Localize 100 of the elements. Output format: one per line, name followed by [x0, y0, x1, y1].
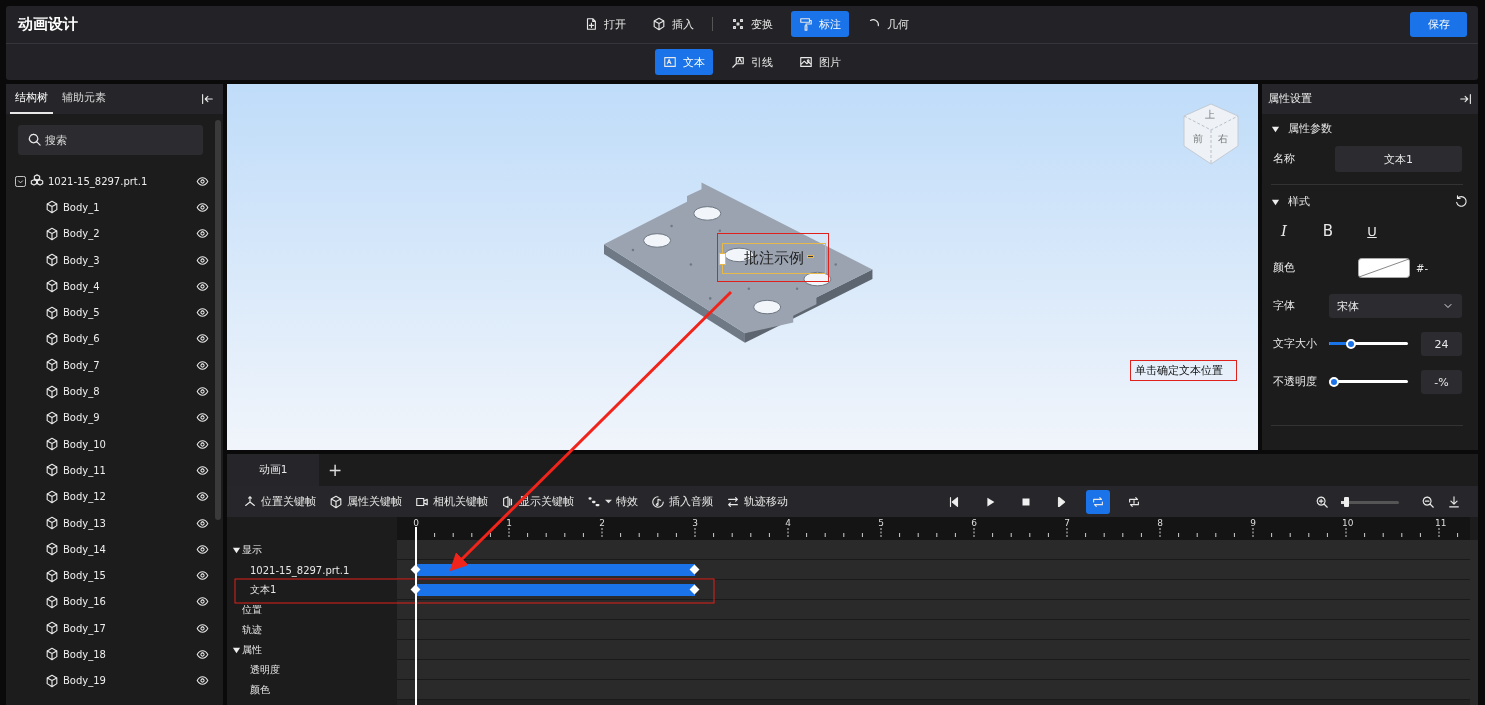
tree-item[interactable]: Body_15 — [6, 562, 223, 589]
visibility-icon[interactable] — [196, 648, 209, 661]
timeline-tool-button[interactable]: 特效 — [583, 489, 647, 514]
tree-item[interactable]: Body_12 — [6, 483, 223, 510]
visibility-icon[interactable] — [196, 674, 209, 688]
tree-item[interactable]: Body_2 — [6, 220, 223, 247]
tree-item[interactable]: Body_14 — [6, 536, 223, 563]
text-annotation[interactable]: 批注示例 — [722, 243, 826, 274]
track-row[interactable] — [397, 620, 1470, 640]
expander-icon[interactable] — [15, 175, 26, 187]
slider[interactable] — [1329, 377, 1408, 387]
panel-tab[interactable]: 结构树 — [10, 84, 53, 114]
annotation-tool-button[interactable]: 文本 — [655, 49, 713, 75]
tree-item[interactable]: Body_7 — [6, 352, 223, 379]
download-icon[interactable] — [1447, 494, 1461, 509]
tree-item[interactable]: Body_19 — [6, 667, 223, 694]
toolbar-button[interactable]: 几何 — [859, 11, 917, 37]
visibility-icon[interactable] — [196, 200, 209, 214]
timeline-tool-button[interactable]: 轨迹移动 — [722, 489, 797, 514]
tree-item[interactable]: Body_4 — [6, 273, 223, 300]
scrollbar[interactable] — [1470, 540, 1478, 705]
caret-icon[interactable] — [1271, 124, 1280, 134]
timeline-tool-button[interactable]: 位置关键帧 — [239, 489, 325, 514]
clip-bar[interactable] — [416, 564, 696, 576]
visibility-icon[interactable] — [196, 358, 209, 372]
visibility-icon[interactable] — [196, 385, 209, 398]
visibility-icon[interactable] — [196, 306, 209, 320]
tree-item[interactable]: Body_5 — [6, 299, 223, 326]
tree-item[interactable]: Body_18 — [6, 641, 223, 668]
tree-item[interactable]: Body_11 — [6, 457, 223, 484]
visibility-icon[interactable] — [196, 490, 209, 504]
visibility-icon[interactable] — [196, 411, 209, 425]
keyframe-marker[interactable] — [410, 584, 421, 595]
visibility-icon[interactable] — [196, 174, 209, 188]
clip-bar[interactable] — [416, 584, 696, 596]
search-field[interactable]: 搜索 — [18, 125, 203, 155]
visibility-icon[interactable] — [196, 569, 209, 583]
tree-item[interactable]: Body_17 — [6, 615, 223, 642]
cube-face-label[interactable]: 右 — [1218, 132, 1228, 146]
visibility-icon[interactable] — [196, 542, 209, 556]
value-field[interactable]: -% — [1421, 370, 1462, 394]
visibility-icon[interactable] — [196, 516, 209, 530]
tree-item[interactable]: Body_13 — [6, 509, 223, 537]
annotation-tool-button[interactable]: 图片 — [791, 49, 849, 75]
visibility-icon[interactable] — [196, 332, 209, 346]
track-row[interactable] — [397, 600, 1470, 620]
reset-icon[interactable] — [1454, 195, 1468, 209]
tree-item[interactable]: Body_16 — [6, 588, 223, 616]
tree-item[interactable]: Body_9 — [6, 404, 223, 431]
slider[interactable] — [1329, 339, 1408, 349]
font-select[interactable]: 宋体 — [1329, 294, 1462, 318]
toolbar-button[interactable]: 打开 — [576, 11, 634, 37]
tree-item[interactable]: Body_10 — [6, 430, 223, 458]
tree-item[interactable]: Body_6 — [6, 325, 223, 353]
timeline-tool-button[interactable]: 相机关键帧 — [411, 489, 497, 514]
3d-viewport[interactable]: 上 前 右 批注示例 单击确定文本位置 — [227, 84, 1258, 450]
zoom-slider[interactable] — [1341, 496, 1399, 507]
visibility-icon[interactable] — [196, 437, 209, 451]
track-row[interactable] — [397, 680, 1470, 700]
track-row[interactable] — [397, 640, 1470, 660]
italic-button[interactable]: I — [1277, 222, 1291, 240]
keyframe-marker[interactable] — [689, 584, 700, 595]
toolbar-button[interactable]: 变换 — [723, 11, 781, 37]
cube-face-label[interactable]: 上 — [1205, 108, 1215, 122]
toolbar-button[interactable]: 插入 — [644, 11, 702, 37]
collapse-icon[interactable] — [200, 92, 214, 106]
underline-button[interactable]: U — [1365, 223, 1379, 239]
track-row[interactable] — [397, 540, 1470, 560]
save-button[interactable]: 保存 — [1410, 12, 1467, 37]
toolbar-button[interactable]: 标注 — [791, 11, 849, 37]
collapse-icon[interactable] — [1459, 92, 1473, 106]
visibility-icon[interactable] — [196, 253, 209, 267]
bold-button[interactable]: B — [1321, 222, 1335, 240]
zoom-in-icon[interactable] — [1315, 494, 1329, 509]
visibility-icon[interactable] — [196, 595, 209, 609]
scrollbar[interactable] — [215, 120, 221, 520]
tree-item[interactable]: Body_8 — [6, 378, 223, 405]
name-field[interactable]: 文本1 — [1335, 146, 1462, 172]
annotation-tool-button[interactable]: 引线 — [723, 49, 781, 75]
zoom-out-icon[interactable] — [1421, 494, 1435, 509]
view-cube[interactable]: 上 前 右 — [1181, 102, 1241, 166]
tree-item[interactable]: Body_3 — [6, 246, 223, 274]
visibility-icon[interactable] — [196, 621, 209, 635]
cube-face-label[interactable]: 前 — [1193, 132, 1203, 146]
timeline-tool-button[interactable]: 插入音频 — [647, 489, 722, 514]
track-row[interactable] — [397, 580, 1470, 600]
caret-icon[interactable] — [1271, 197, 1280, 207]
panel-tab[interactable]: 辅助元素 — [57, 84, 111, 114]
value-field[interactable]: 24 — [1421, 332, 1462, 356]
color-swatch[interactable] — [1358, 258, 1410, 278]
add-tab-button[interactable]: + — [319, 454, 351, 486]
loop-button[interactable] — [1086, 490, 1110, 514]
tree-item[interactable]: Body_1 — [6, 194, 223, 221]
keyframe-marker[interactable] — [689, 564, 700, 575]
timeline-tool-button[interactable]: 属性关键帧 — [325, 489, 411, 514]
visibility-icon[interactable] — [196, 463, 209, 477]
track-row[interactable] — [397, 560, 1470, 580]
tree-item[interactable]: 1021-15_8297.prt.1 — [6, 168, 223, 195]
caret-icon[interactable] — [232, 645, 241, 655]
caret-icon[interactable] — [232, 545, 241, 555]
